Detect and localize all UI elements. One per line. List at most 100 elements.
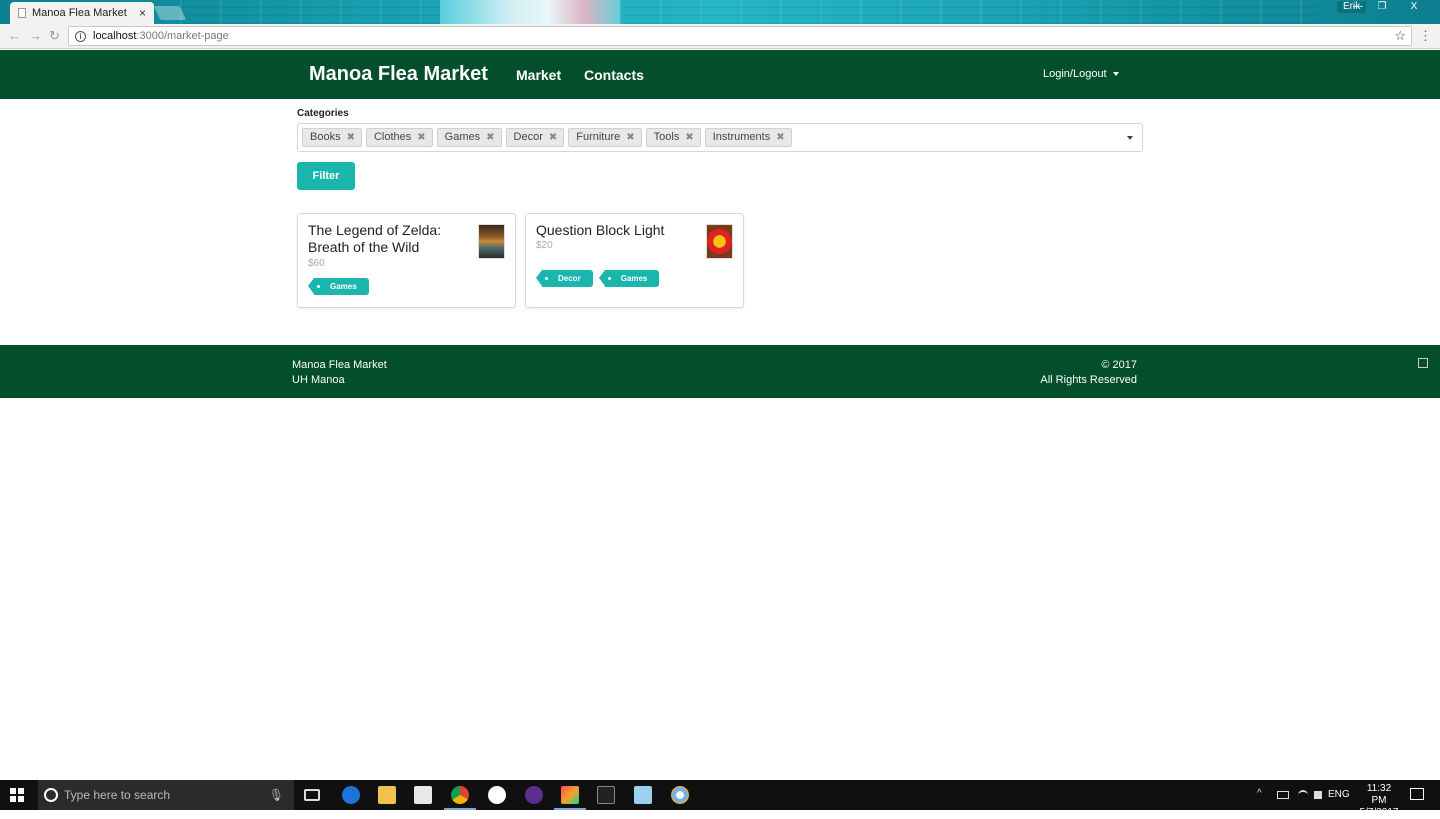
chip-label: Decor	[513, 131, 543, 143]
caret-down-icon	[1112, 72, 1119, 77]
browser-titlebar: Manoa Flea Market × Erik — ❐ X	[0, 0, 1440, 24]
remove-icon[interactable]: ✖	[417, 129, 425, 146]
chip-instruments: Instruments ✖	[704, 128, 792, 147]
chip-label: Tools	[653, 131, 680, 143]
clock[interactable]: 11:32 PM 5/7/2017	[1358, 783, 1400, 819]
battery-icon[interactable]	[1277, 791, 1289, 799]
login-label: Login/Logout	[1043, 68, 1107, 80]
task-view-icon[interactable]	[304, 789, 320, 801]
chip-clothes: Clothes ✖	[365, 128, 433, 147]
remove-icon[interactable]: ✖	[685, 129, 693, 146]
chip-decor: Decor ✖	[505, 128, 565, 147]
app-navbar: Manoa Flea Market Market Contacts Login/…	[0, 50, 1440, 99]
filter-button[interactable]: Filter	[297, 162, 355, 190]
remove-icon[interactable]: ✖	[486, 129, 494, 146]
remove-icon[interactable]: ✖	[347, 129, 355, 146]
screenshot-icon	[1418, 358, 1428, 368]
titlebar-theme-art	[440, 0, 620, 24]
volume-icon[interactable]	[1314, 791, 1322, 799]
item-price: $60	[308, 258, 325, 269]
language-indicator[interactable]: ENG	[1328, 789, 1350, 800]
restore-button[interactable]: ❐	[1370, 0, 1394, 14]
chip-label: Books	[310, 131, 341, 143]
file-explorer-icon[interactable]	[378, 786, 396, 804]
item-thumbnail-image	[706, 224, 733, 259]
reload-button[interactable]: ↻	[49, 28, 60, 44]
item-tags: Decor Games	[536, 270, 660, 287]
url-path: :3000/market-page	[136, 30, 229, 42]
item-title: The Legend of Zelda: Breath of the Wild	[308, 222, 442, 255]
footer-left: Manoa Flea Market UH Manoa	[292, 358, 387, 388]
clock-date: 5/7/2017	[1359, 807, 1399, 818]
url-input[interactable]: i localhost :3000/market-page ☆	[68, 26, 1412, 46]
address-bar-row: ← → ↻ i localhost :3000/market-page ☆ ⋮	[0, 24, 1440, 49]
browser-tab[interactable]: Manoa Flea Market ×	[10, 2, 154, 24]
tray-overflow-icon[interactable]: ^	[1257, 788, 1262, 799]
item-title: Question Block Light	[536, 222, 665, 238]
remove-icon[interactable]: ✖	[776, 129, 784, 146]
edge-icon[interactable]	[342, 786, 360, 804]
brand-link[interactable]: Manoa Flea Market	[309, 63, 488, 86]
search-placeholder: Type here to search	[64, 788, 171, 802]
site-info-icon[interactable]: i	[75, 30, 86, 42]
forward-button[interactable]: →	[29, 28, 42, 43]
chip-games: Games ✖	[436, 128, 502, 147]
chrome-icon[interactable]	[451, 786, 469, 804]
notification-icon[interactable]	[1410, 788, 1424, 800]
footer-copyright: © 2017	[1101, 359, 1137, 371]
item-card[interactable]: The Legend of Zelda: Breath of the Wild …	[297, 213, 516, 308]
close-window-button[interactable]: X	[1394, 0, 1434, 14]
url-host: localhost	[93, 30, 137, 42]
bookmark-star-icon[interactable]: ☆	[1394, 28, 1406, 44]
terminal-icon[interactable]	[597, 786, 615, 804]
categories-label: Categories	[297, 108, 349, 119]
tab-title: Manoa Flea Market	[32, 7, 127, 19]
chip-furniture: Furniture ✖	[568, 128, 642, 147]
tag-label[interactable]: Games	[598, 270, 660, 287]
page-footer: Manoa Flea Market UH Manoa © 2017 All Ri…	[0, 345, 1440, 398]
selected-chips: Books ✖ Clothes ✖ Games ✖ Decor ✖ Furniture ✖…	[302, 128, 792, 147]
store-icon[interactable]	[414, 786, 432, 804]
item-card[interactable]: Question Block Light $20 Decor Games	[525, 213, 744, 308]
tag-label[interactable]: Decor	[536, 270, 593, 287]
window-controls: — ❐ X	[1346, 0, 1434, 14]
cortana-icon	[44, 788, 58, 802]
tab-close-icon[interactable]: ×	[139, 6, 146, 20]
chip-label: Furniture	[576, 131, 621, 143]
titlebar-theme-pattern	[180, 0, 1320, 24]
remove-icon[interactable]: ✖	[626, 129, 634, 146]
back-button[interactable]: ←	[8, 28, 21, 43]
item-price: $20	[536, 240, 553, 251]
chip-books: Books ✖	[302, 128, 362, 147]
footer-rights: All Rights Reserved	[1040, 374, 1137, 386]
chip-label: Games	[444, 131, 481, 143]
app-purple-icon[interactable]	[525, 786, 543, 804]
tag-label[interactable]: Games	[308, 278, 369, 295]
minimize-button[interactable]: —	[1346, 0, 1370, 14]
remove-icon[interactable]: ✖	[549, 129, 557, 146]
item-tags: Games	[308, 278, 369, 295]
notes-icon[interactable]	[634, 786, 652, 804]
windows-start-icon[interactable]	[10, 788, 24, 802]
footer-org: UH Manoa	[292, 374, 345, 386]
footer-right: © 2017 All Rights Reserved	[1040, 358, 1137, 388]
paint-icon[interactable]	[671, 786, 689, 804]
item-thumbnail-image	[478, 224, 505, 259]
slack-icon[interactable]	[488, 786, 506, 804]
windows-taskbar: Type here to search 🎙 ^ ENG 11:32 PM 5/7…	[0, 780, 1440, 818]
taskbar-search[interactable]: Type here to search 🎙	[38, 780, 294, 810]
browser-menu-icon[interactable]: ⋮	[1419, 28, 1432, 44]
wifi-icon[interactable]	[1298, 790, 1308, 800]
microphone-icon[interactable]: 🎙	[269, 788, 284, 802]
nav-market[interactable]: Market	[516, 67, 561, 83]
chip-label: Instruments	[712, 131, 771, 143]
page-icon	[18, 8, 26, 18]
login-dropdown[interactable]: Login/Logout	[1043, 68, 1119, 80]
clock-time: 11:32 PM	[1366, 783, 1392, 806]
nav-contacts[interactable]: Contacts	[584, 67, 644, 83]
intellij-icon[interactable]	[561, 786, 579, 804]
dropdown-caret-icon[interactable]	[1127, 136, 1133, 140]
categories-multiselect[interactable]: Books ✖ Clothes ✖ Games ✖ Decor ✖ Furniture ✖…	[297, 123, 1143, 152]
chip-tools: Tools ✖	[645, 128, 701, 147]
footer-site-name: Manoa Flea Market	[292, 359, 387, 371]
